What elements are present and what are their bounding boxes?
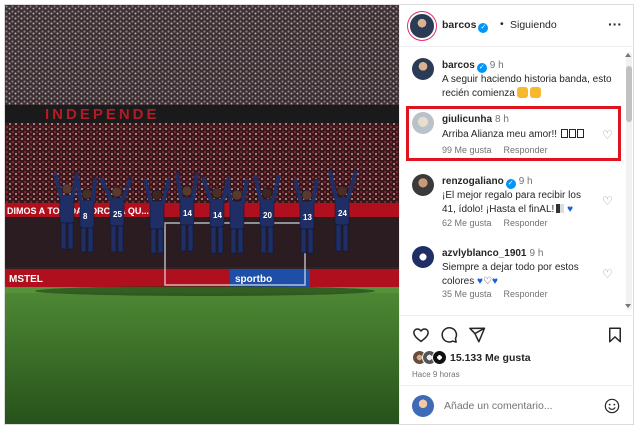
comments-scrollbar[interactable]: [626, 52, 632, 310]
following-button[interactable]: Siguiendo: [510, 19, 557, 31]
current-user-avatar: [412, 395, 434, 417]
post-photo[interactable]: INDEPENDE DIMOS A TO... DA TORCIDA QU...…: [5, 5, 399, 424]
svg-text:25: 25: [113, 210, 122, 219]
svg-text:14: 14: [213, 211, 222, 220]
comment-like-heart-icon[interactable]: ♡: [602, 195, 614, 207]
sponsor-board-text: MSTEL: [9, 274, 43, 285]
comment-username[interactable]: renzogaliano ✓ 9 h: [442, 176, 533, 189]
verified-badge-icon: ✓: [505, 179, 516, 189]
post-header: barcos ✓ • Siguiendo ···: [400, 5, 634, 47]
comment-username[interactable]: azvlyblanco_1901 9 h: [442, 248, 543, 259]
liker-avatar: [432, 350, 447, 365]
comment-avatar[interactable]: [412, 174, 434, 196]
more-options-icon[interactable]: ···: [608, 17, 622, 31]
comments-list[interactable]: barcos ✓ 9 h A seguir haciendo historia ba…: [400, 48, 634, 314]
comment-likes[interactable]: 35 Me gusta: [442, 289, 492, 299]
highlighted-comment-box: [406, 106, 621, 161]
heart-icon[interactable]: [412, 326, 430, 344]
reply-button[interactable]: Responder: [504, 289, 548, 299]
caption-avatar[interactable]: [412, 58, 434, 80]
send-icon[interactable]: [468, 326, 486, 344]
post-side-panel: barcos ✓ • Siguiendo ··· barcos ✓ 9 h A seg…: [399, 5, 634, 424]
svg-text:14: 14: [183, 209, 192, 218]
smiley-icon[interactable]: [604, 398, 620, 414]
flag-emoji-icon: [556, 204, 565, 213]
svg-text:13: 13: [303, 213, 312, 222]
author-username[interactable]: barcos ✓: [442, 19, 489, 33]
comment-text: ¡El mejor regalo para recibir los 41, íd…: [442, 190, 581, 215]
comment-avatar[interactable]: [412, 246, 434, 268]
comment-icon[interactable]: [440, 326, 458, 344]
ad-board-text: DIMOS A TO... DA TORCIDA QU...: [7, 206, 149, 216]
add-comment-bar: [400, 385, 634, 424]
comment-time: 9 h: [529, 248, 544, 259]
verified-badge-icon: ✓: [478, 23, 489, 33]
muscle-emoji-icon: [516, 87, 528, 98]
caption-text: A seguir haciendo historia banda, esto r…: [442, 74, 612, 99]
sponsor-board-text-2: sportbo: [235, 274, 272, 285]
comment-text: Siempre a dejar todo por estos colores ♥…: [442, 262, 579, 287]
scroll-up-arrow-icon[interactable]: [625, 53, 631, 57]
scroll-down-arrow-icon[interactable]: [625, 304, 631, 308]
svg-text:24: 24: [338, 209, 347, 218]
caption-time: 9 h: [489, 60, 504, 71]
bookmark-icon[interactable]: [606, 326, 624, 344]
comment-meta: 62 Me gusta Responder: [442, 218, 560, 228]
svg-text:20: 20: [263, 211, 272, 220]
author-avatar[interactable]: [410, 14, 434, 38]
comment-likes[interactable]: 62 Me gusta: [442, 218, 492, 228]
comment-meta: 35 Me gusta Responder: [442, 289, 560, 299]
verified-badge-icon: ✓: [476, 63, 487, 73]
scrollbar-thumb[interactable]: [626, 66, 632, 122]
post-modal: INDEPENDE DIMOS A TO... DA TORCIDA QU...…: [4, 4, 634, 425]
stadium-team-photo: INDEPENDE DIMOS A TO... DA TORCIDA QU...…: [5, 5, 399, 424]
reply-button[interactable]: Responder: [504, 218, 548, 228]
svg-text:8: 8: [83, 212, 88, 221]
post-date: Hace 9 horas: [412, 370, 460, 379]
muscle-emoji-icon: [529, 87, 541, 98]
caption-username[interactable]: barcos ✓ 9 h: [442, 60, 504, 73]
caption-item: barcos ✓ 9 h A seguir haciendo historia ba…: [400, 56, 624, 100]
comment-item: renzogaliano ✓ 9 h ¡El mejor regalo para r…: [400, 172, 624, 234]
comment-item: azvlyblanco_1901 9 h Siempre a dejar todo…: [400, 244, 624, 306]
header-separator: •: [500, 18, 504, 30]
post-actions: 15.133 Me gusta Hace 9 horas: [400, 315, 634, 385]
likes-count[interactable]: 15.133 Me gusta: [450, 352, 531, 364]
blue-heart-emoji-icon: ♥: [567, 204, 574, 215]
comment-time: 9 h: [518, 176, 533, 187]
comment-input[interactable]: [444, 396, 594, 416]
blue-heart-emoji-icon: ♥: [491, 276, 498, 287]
white-heart-emoji-icon: ♡: [482, 276, 492, 287]
stand-banner-text: INDEPENDE: [45, 106, 160, 123]
comment-like-heart-icon[interactable]: ♡: [602, 268, 614, 280]
